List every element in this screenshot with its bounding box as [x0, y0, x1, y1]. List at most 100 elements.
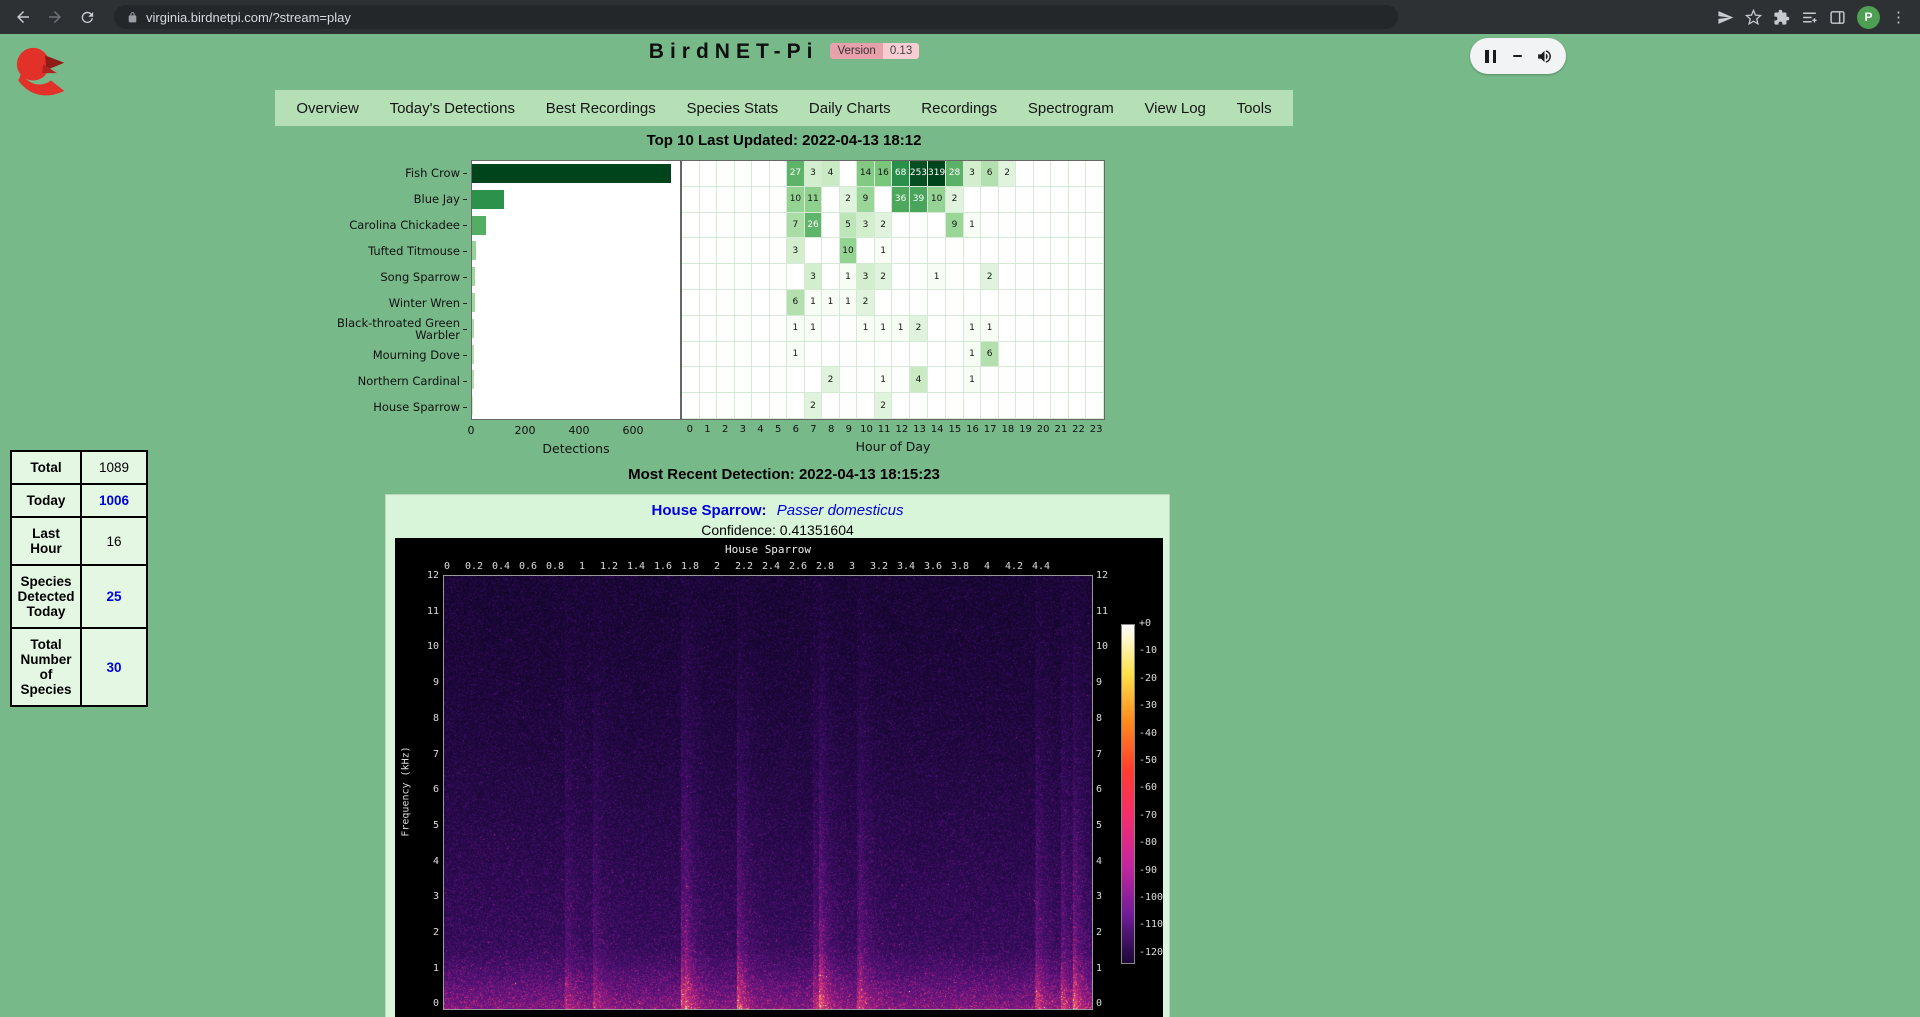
heatmap-cell: 10 — [928, 187, 946, 213]
nav-item-recordings[interactable]: Recordings — [913, 100, 1005, 117]
heatmap-cell — [735, 367, 753, 393]
stats-row: Total1089 — [11, 451, 147, 484]
heatmap-cell — [892, 290, 910, 316]
heatmap-cell: 1 — [805, 290, 823, 316]
heatmap-cell — [1069, 393, 1087, 419]
spec-time-tick: 1.8 — [681, 561, 699, 572]
heatmap-cell: 3 — [857, 213, 875, 239]
spec-time-tick: 3.8 — [951, 561, 969, 572]
heatmap-cell — [999, 367, 1017, 393]
spec-freq-tick: 10 — [1096, 641, 1108, 652]
heatmap-cell — [857, 238, 875, 264]
heatmap-cell — [910, 264, 928, 290]
spec-db-tick: -100 — [1139, 892, 1163, 903]
stats-row: Today1006 — [11, 484, 147, 517]
heatmap-cell: 2 — [981, 264, 999, 290]
profile-avatar[interactable]: P — [1857, 6, 1880, 29]
heatmap-cell — [946, 393, 964, 419]
bar-row — [472, 238, 680, 264]
heatmap-cell — [1016, 264, 1034, 290]
seek-bar[interactable] — [1513, 55, 1522, 58]
nav-item-today-s-detections[interactable]: Today's Detections — [382, 100, 523, 117]
heatmap-cell — [717, 393, 735, 419]
spec-freq-tick: 4 — [1096, 856, 1102, 867]
nav-item-view-log[interactable]: View Log — [1136, 100, 1213, 117]
detection-scientific-name[interactable]: Passer domesticus — [777, 502, 904, 519]
spec-freq-tick: 3 — [433, 891, 439, 902]
heatmap-cell — [700, 238, 718, 264]
bookmark-star-icon[interactable] — [1745, 9, 1762, 26]
send-icon[interactable] — [1717, 9, 1734, 26]
stat-value[interactable]: 1006 — [81, 484, 147, 517]
nav-item-tools[interactable]: Tools — [1229, 100, 1280, 117]
spec-db-tick: -80 — [1139, 837, 1157, 848]
spec-db-tick: +0 — [1139, 618, 1151, 629]
heatmap-cell — [946, 367, 964, 393]
browser-toolbar: virginia.birdnetpi.com/?stream=play P ⋮ — [0, 0, 1920, 34]
heatmap-cell — [999, 393, 1017, 419]
pause-button[interactable] — [1483, 50, 1498, 63]
heatmap-cell — [682, 238, 700, 264]
nav-item-spectrogram[interactable]: Spectrogram — [1020, 100, 1122, 117]
detections-bar — [472, 319, 474, 338]
bar-row — [472, 342, 680, 368]
audio-player[interactable] — [1470, 38, 1566, 74]
heatmap-cell — [875, 342, 893, 368]
heatmap-cell — [964, 238, 982, 264]
url-bar[interactable]: virginia.birdnetpi.com/?stream=play — [114, 5, 1398, 29]
heatmap-cell — [892, 238, 910, 264]
toolbar-actions: P ⋮ — [1717, 6, 1910, 29]
reading-list-icon[interactable] — [1801, 9, 1818, 26]
heatmap-cell — [1034, 187, 1052, 213]
nav-item-species-stats[interactable]: Species Stats — [678, 100, 786, 117]
detection-common-name[interactable]: House Sparrow: — [652, 502, 767, 519]
detections-bar — [472, 164, 671, 183]
extensions-icon[interactable] — [1773, 9, 1790, 26]
heatmap-cell — [999, 316, 1017, 342]
heatmap-cell: 2 — [875, 264, 893, 290]
heatmap-cell — [805, 367, 823, 393]
spec-db-tick: -90 — [1139, 865, 1157, 876]
heatmap-cell — [822, 264, 840, 290]
heatmap-cell — [999, 187, 1017, 213]
heatmap-cell — [770, 238, 788, 264]
heatmap-cell — [910, 393, 928, 419]
spec-freq-tick: 2 — [1096, 927, 1102, 938]
heatmap-cell — [682, 290, 700, 316]
stat-value[interactable]: 30 — [81, 628, 147, 706]
heatmap-cell — [1016, 161, 1034, 187]
nav-item-best-recordings[interactable]: Best Recordings — [538, 100, 664, 117]
page-title: BirdNET-Pi — [649, 40, 819, 64]
bar-axis-tick: 600 — [622, 424, 643, 437]
heatmap-cell: 3 — [964, 161, 982, 187]
spec-db-tick: -20 — [1139, 673, 1157, 684]
heatmap-cell — [981, 213, 999, 239]
bar-axis-tick: 400 — [568, 424, 589, 437]
hour-tick: 4 — [752, 424, 770, 435]
heatmap-cell — [700, 161, 718, 187]
browser-forward-button[interactable] — [42, 4, 68, 30]
nav-item-daily-charts[interactable]: Daily Charts — [801, 100, 899, 117]
side-panel-icon[interactable] — [1829, 9, 1846, 26]
hourly-heatmap: 2734141668253319283621011293639102726532… — [681, 160, 1105, 420]
volume-icon[interactable] — [1536, 48, 1553, 65]
stat-value[interactable]: 25 — [81, 565, 147, 628]
heatmap-cell: 4 — [910, 367, 928, 393]
nav-item-overview[interactable]: Overview — [288, 100, 367, 117]
most-recent-value: 2022-04-13 18:15:23 — [799, 466, 940, 483]
heatmap-cell: 7 — [787, 213, 805, 239]
browser-menu-icon[interactable]: ⋮ — [1891, 10, 1906, 25]
hour-tick: 11 — [875, 424, 893, 435]
browser-reload-button[interactable] — [74, 4, 100, 30]
heatmap-cell — [928, 316, 946, 342]
species-label: Northern Cardinal — [300, 368, 467, 394]
heatmap-cell: 2 — [857, 290, 875, 316]
heatmap-cell — [1051, 393, 1069, 419]
stat-label: Last Hour — [11, 517, 81, 565]
heatmap-cell — [735, 264, 753, 290]
hour-axis-label: Hour of Day — [681, 439, 1105, 454]
heatmap-cell — [700, 264, 718, 290]
hour-axis-ticks: 01234567891011121314151617181920212223 — [681, 424, 1105, 435]
heatmap-cell: 1 — [840, 264, 858, 290]
browser-back-button[interactable] — [10, 4, 36, 30]
